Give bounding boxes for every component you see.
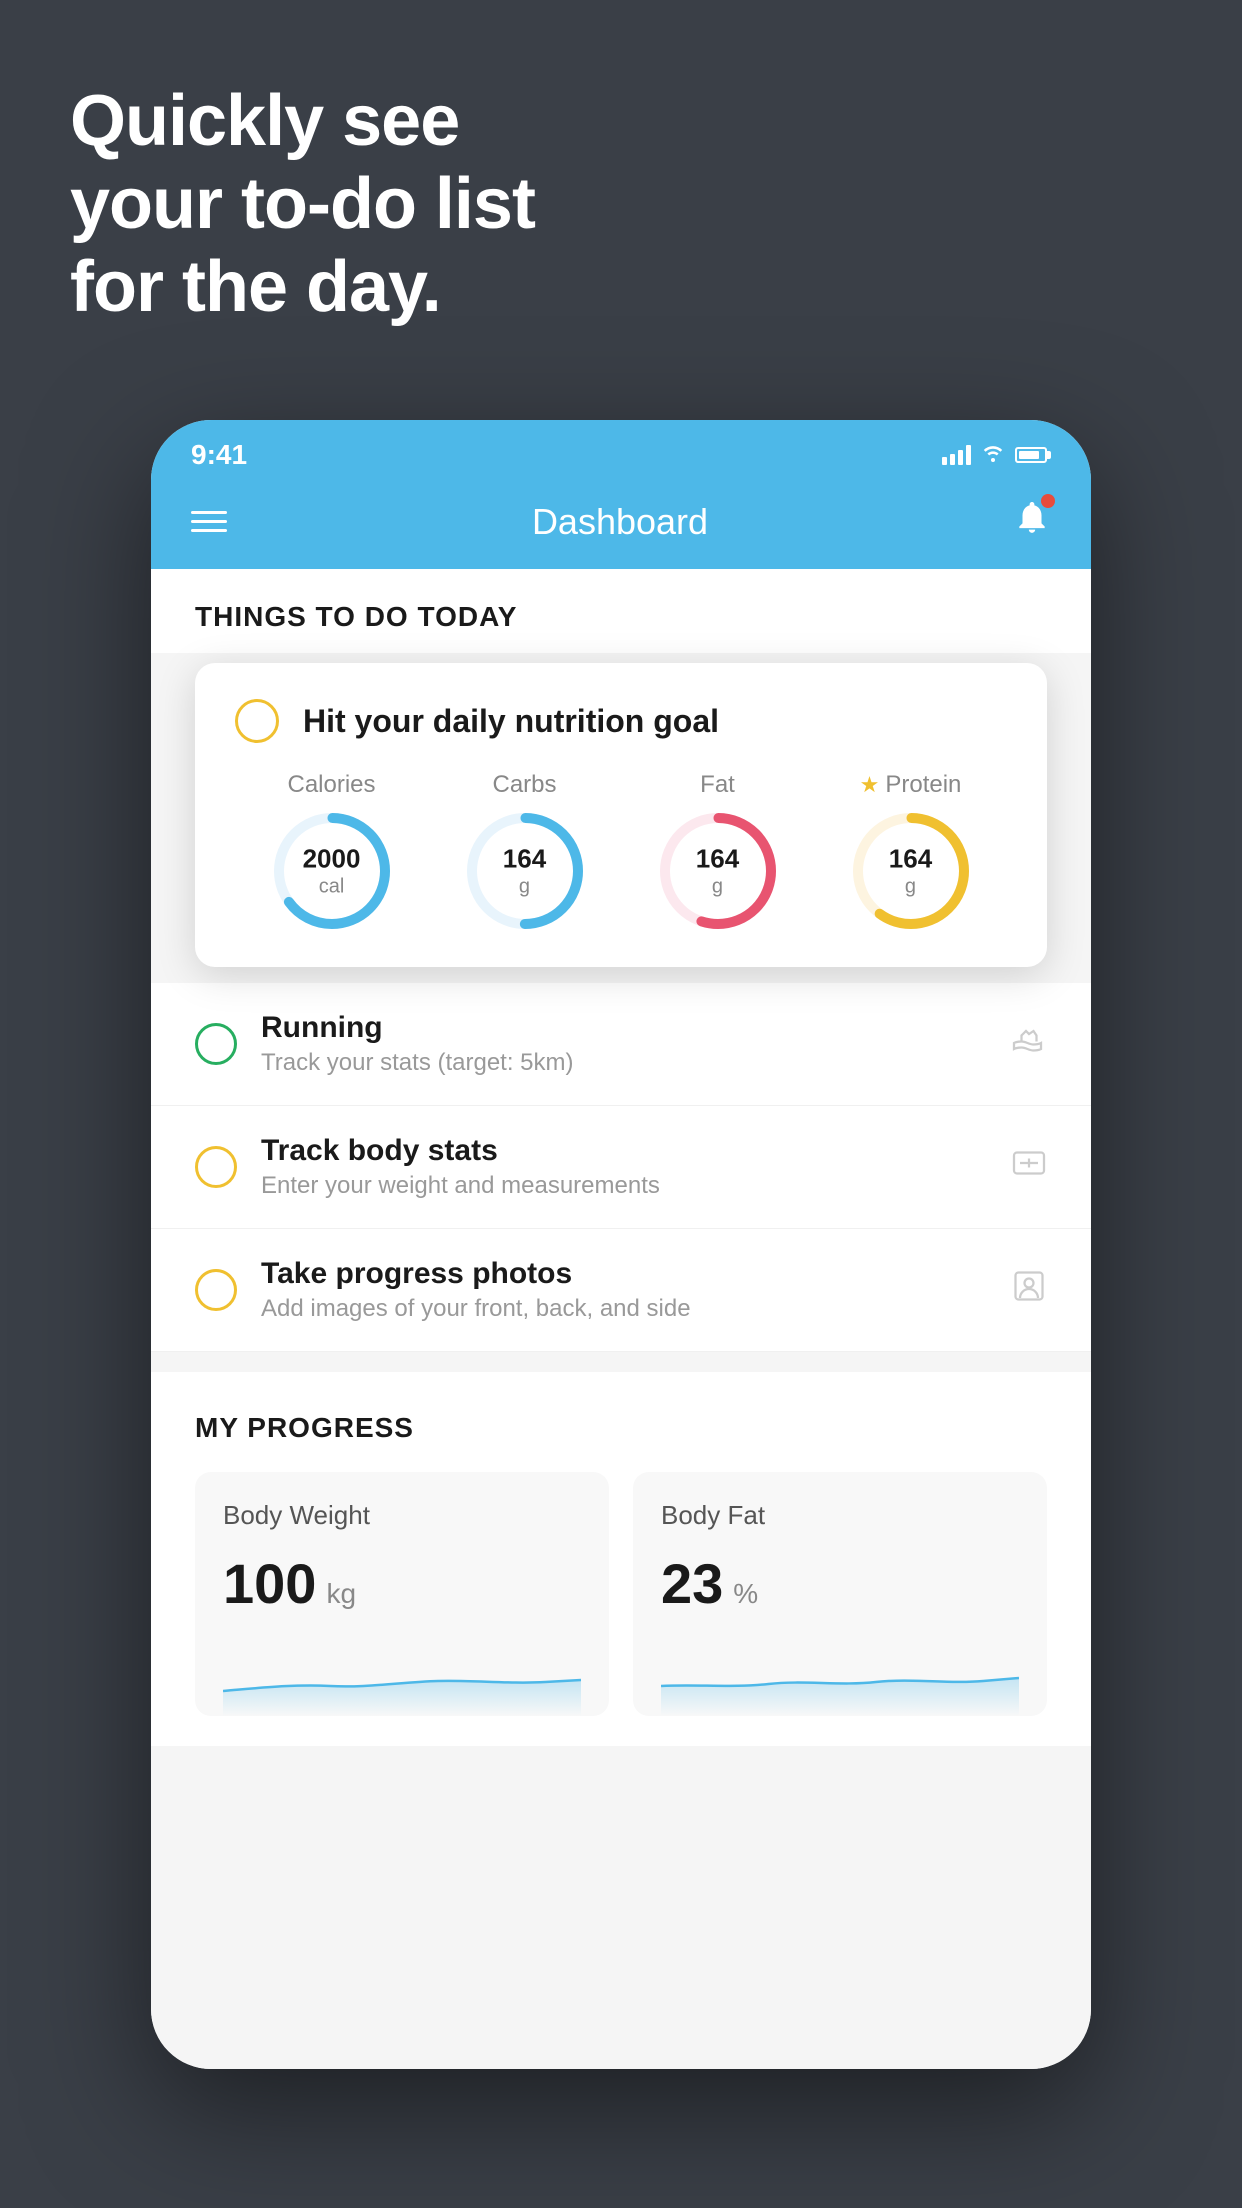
carbs-donut: 164 g	[465, 811, 585, 931]
todo-title-photos: Take progress photos	[261, 1257, 987, 1291]
protein-value: 164	[889, 843, 932, 874]
todo-info-photos: Take progress photos Add images of your …	[261, 1257, 987, 1323]
status-time: 9:41	[191, 439, 247, 471]
card-title-row: Hit your daily nutrition goal	[235, 699, 1007, 743]
things-to-do-header: THINGS TO DO TODAY	[151, 569, 1091, 653]
body-weight-sparkline	[223, 1646, 581, 1716]
wifi-icon	[981, 442, 1005, 468]
todo-subtitle-body-stats: Enter your weight and measurements	[261, 1172, 987, 1200]
todo-checkbox-photos[interactable]	[195, 1269, 237, 1311]
signal-icon	[942, 445, 971, 465]
calories-unit: cal	[303, 875, 361, 899]
protein-unit: g	[889, 875, 932, 899]
todo-title-body-stats: Track body stats	[261, 1134, 987, 1168]
status-bar: 9:41	[151, 420, 1091, 480]
nav-title: Dashboard	[532, 501, 708, 543]
body-fat-title: Body Fat	[661, 1500, 1019, 1531]
task-checkbox[interactable]	[235, 699, 279, 743]
body-weight-value: 100	[223, 1551, 316, 1616]
scale-icon	[1011, 1145, 1047, 1189]
todo-subtitle-running: Track your stats (target: 5km)	[261, 1049, 987, 1077]
todo-title-running: Running	[261, 1011, 987, 1045]
nutrition-card[interactable]: Hit your daily nutrition goal Calories 2	[195, 663, 1047, 967]
progress-header: MY PROGRESS	[195, 1412, 1047, 1444]
todo-info-body-stats: Track body stats Enter your weight and m…	[261, 1134, 987, 1200]
body-fat-sparkline	[661, 1646, 1019, 1716]
status-icons	[942, 442, 1051, 468]
notification-dot	[1041, 494, 1055, 508]
todo-info-running: Running Track your stats (target: 5km)	[261, 1011, 987, 1077]
body-fat-value: 23	[661, 1551, 723, 1616]
phone-frame: 9:41 Dashboard	[151, 420, 1091, 2069]
carbs-unit: g	[503, 875, 546, 899]
hamburger-button[interactable]	[191, 511, 227, 532]
fat-value: 164	[696, 843, 739, 874]
todo-subtitle-photos: Add images of your front, back, and side	[261, 1295, 987, 1323]
protein-donut: 164 g	[851, 811, 971, 931]
todo-checkbox-body-stats[interactable]	[195, 1146, 237, 1188]
nav-bar: Dashboard	[151, 480, 1091, 569]
body-fat-value-row: 23 %	[661, 1551, 1019, 1616]
carbs-value: 164	[503, 843, 546, 874]
fat-label: Fat	[700, 771, 735, 799]
body-fat-card[interactable]: Body Fat 23 %	[633, 1472, 1047, 1716]
body-weight-unit: kg	[326, 1578, 356, 1610]
fat-donut: 164 g	[658, 811, 778, 931]
phone-content: THINGS TO DO TODAY Hit your daily nutrit…	[151, 569, 1091, 2069]
person-icon	[1011, 1268, 1047, 1312]
calories-donut: 2000 cal	[272, 811, 392, 931]
protein-label: ★ Protein	[860, 771, 962, 799]
shoe-icon	[1011, 1022, 1047, 1066]
fat-unit: g	[696, 875, 739, 899]
nutrition-carbs: Carbs 164 g	[465, 771, 585, 931]
notification-bell-button[interactable]	[1013, 498, 1051, 545]
body-weight-value-row: 100 kg	[223, 1551, 581, 1616]
nutrition-fat: Fat 164 g	[658, 771, 778, 931]
nutrition-protein: ★ Protein 164 g	[851, 771, 971, 931]
todo-item-photos[interactable]: Take progress photos Add images of your …	[151, 1229, 1091, 1352]
nutrition-calories: Calories 2000 cal	[272, 771, 392, 931]
progress-section: MY PROGRESS Body Weight 100 kg	[151, 1372, 1091, 1746]
progress-cards: Body Weight 100 kg	[195, 1472, 1047, 1716]
body-weight-title: Body Weight	[223, 1500, 581, 1531]
body-weight-card[interactable]: Body Weight 100 kg	[195, 1472, 609, 1716]
todo-item-running[interactable]: Running Track your stats (target: 5km)	[151, 983, 1091, 1106]
battery-icon	[1015, 447, 1051, 463]
hero-headline: Quickly see your to-do list for the day.	[70, 80, 535, 328]
todo-checkbox-running[interactable]	[195, 1023, 237, 1065]
calories-label: Calories	[287, 771, 375, 799]
star-icon: ★	[860, 772, 880, 798]
phone-mockup: 9:41 Dashboard	[151, 420, 1091, 2069]
todo-item-body-stats[interactable]: Track body stats Enter your weight and m…	[151, 1106, 1091, 1229]
body-fat-unit: %	[733, 1578, 758, 1610]
nutrition-row: Calories 2000 cal	[235, 771, 1007, 931]
calories-value: 2000	[303, 843, 361, 874]
carbs-label: Carbs	[492, 771, 556, 799]
card-title: Hit your daily nutrition goal	[303, 703, 719, 740]
todo-list: Running Track your stats (target: 5km)	[151, 983, 1091, 1352]
